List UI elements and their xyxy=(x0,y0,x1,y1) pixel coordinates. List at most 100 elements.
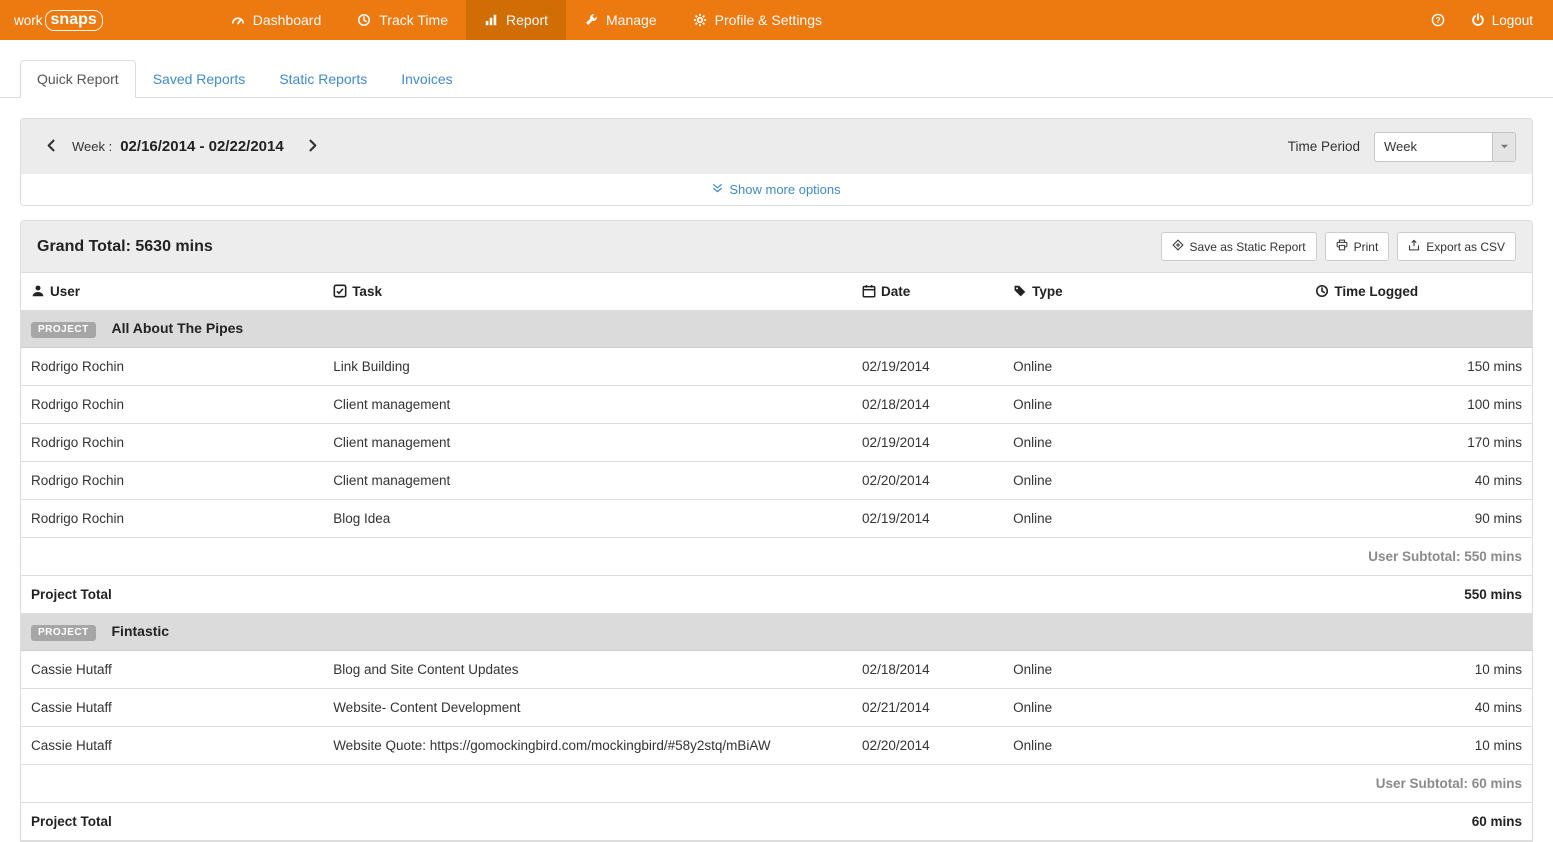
cell-task: Client management xyxy=(323,462,852,500)
project-header: PROJECT All About The Pipes xyxy=(21,311,1532,348)
project-total-value: 60 mins xyxy=(1305,803,1532,841)
week-date-range: 02/16/2014 - 02/22/2014 xyxy=(120,138,283,155)
grand-total: Grand Total: 5630 mins xyxy=(37,238,213,256)
table-row: Rodrigo Rochin Link Building 02/19/2014 … xyxy=(21,348,1532,386)
cell-time: 40 mins xyxy=(1305,689,1532,727)
cell-time: 10 mins xyxy=(1305,727,1532,765)
cell-task: Client management xyxy=(323,386,852,424)
save-static-icon xyxy=(1172,239,1184,254)
project-total-label: Project Total xyxy=(21,803,323,841)
nav-track-time[interactable]: Track Time xyxy=(339,0,466,40)
nav-report[interactable]: Report xyxy=(466,0,566,40)
user-subtotal-row: User Subtotal: 550 mins xyxy=(21,538,1532,576)
save-static-report-button[interactable]: Save as Static Report xyxy=(1161,232,1317,261)
cell-time: 170 mins xyxy=(1305,424,1532,462)
project-total-label: Project Total xyxy=(21,576,323,614)
tab-saved-reports[interactable]: Saved Reports xyxy=(136,60,263,98)
cell-time: 150 mins xyxy=(1305,348,1532,386)
cell-user: Cassie Hutaff xyxy=(21,727,323,765)
nav-track-time-label: Track Time xyxy=(379,12,448,28)
clock-icon xyxy=(357,12,371,28)
project-name: All About The Pipes xyxy=(112,320,244,336)
show-more-options-link[interactable]: Show more options xyxy=(712,182,840,197)
cell-date: 02/19/2014 xyxy=(852,424,1003,462)
cell-user: Cassie Hutaff xyxy=(21,689,323,727)
chevron-right-icon xyxy=(306,139,319,155)
cell-user: Rodrigo Rochin xyxy=(21,386,323,424)
bar-chart-icon xyxy=(484,12,498,28)
cell-date: 02/18/2014 xyxy=(852,386,1003,424)
project-total-row: Project Total 550 mins xyxy=(21,576,1532,614)
table-row: Cassie Hutaff Website Quote: https://gom… xyxy=(21,727,1532,765)
cell-time: 90 mins xyxy=(1305,500,1532,538)
nav-manage[interactable]: Manage xyxy=(566,0,675,40)
cell-date: 02/20/2014 xyxy=(852,462,1003,500)
main-nav: Dashboard Track Time Report Manage Profi… xyxy=(213,0,840,40)
nav-manage-label: Manage xyxy=(606,12,657,28)
cell-user: Rodrigo Rochin xyxy=(21,462,323,500)
cell-task: Blog and Site Content Updates xyxy=(323,651,852,689)
project-total-value: 550 mins xyxy=(1305,576,1532,614)
cell-task: Blog Idea xyxy=(323,500,852,538)
caret-down-icon xyxy=(1492,133,1515,161)
table-row: Rodrigo Rochin Client management 02/19/2… xyxy=(21,424,1532,462)
report-tabs: Quick Report Saved Reports Static Report… xyxy=(0,60,1553,98)
cell-type: Online xyxy=(1003,651,1305,689)
nav-profile-settings[interactable]: Profile & Settings xyxy=(675,0,840,40)
project-header: PROJECT Fintastic xyxy=(21,614,1532,651)
user-subtotal-row: User Subtotal: 60 mins xyxy=(21,765,1532,803)
time-period-value: Week xyxy=(1375,139,1417,154)
tab-quick-report[interactable]: Quick Report xyxy=(20,60,136,98)
report-panel: Grand Total: 5630 mins Save as Static Re… xyxy=(20,220,1533,842)
tab-invoices[interactable]: Invoices xyxy=(384,60,469,98)
brand-snaps: snaps xyxy=(45,10,103,31)
logout-button[interactable]: Logout xyxy=(1471,13,1533,28)
previous-week-button[interactable] xyxy=(37,135,66,159)
tab-static-reports[interactable]: Static Reports xyxy=(262,60,384,98)
week-selector-row: Week : 02/16/2014 - 02/22/2014 Time Peri… xyxy=(21,119,1532,174)
cell-time: 10 mins xyxy=(1305,651,1532,689)
time-period-group: Time Period Week xyxy=(1288,132,1516,162)
export-icon xyxy=(1408,239,1420,254)
cell-type: Online xyxy=(1003,424,1305,462)
report-header: Grand Total: 5630 mins Save as Static Re… xyxy=(21,221,1532,273)
user-subtotal: User Subtotal: 60 mins xyxy=(21,765,1532,803)
cell-task: Link Building xyxy=(323,348,852,386)
export-csv-label: Export as CSV xyxy=(1426,240,1505,254)
column-header-user: User xyxy=(21,273,323,311)
export-csv-button[interactable]: Export as CSV xyxy=(1397,232,1516,261)
svg-text:?: ? xyxy=(1435,15,1440,24)
time-period-select[interactable]: Week xyxy=(1374,132,1516,162)
cell-date: 02/18/2014 xyxy=(852,651,1003,689)
help-button[interactable]: ? xyxy=(1431,13,1445,28)
time-period-label: Time Period xyxy=(1288,139,1360,154)
navbar-right: ? Logout xyxy=(1431,0,1553,40)
table-header-row: User Task Date Type Time Logged xyxy=(21,273,1532,311)
nav-report-label: Report xyxy=(506,12,548,28)
top-navbar: worksnaps Dashboard Track Time Report Ma… xyxy=(0,0,1553,40)
tag-icon xyxy=(1013,284,1032,299)
nav-dashboard[interactable]: Dashboard xyxy=(213,0,340,40)
cell-user: Rodrigo Rochin xyxy=(21,348,323,386)
cell-type: Online xyxy=(1003,689,1305,727)
print-label: Print xyxy=(1354,240,1379,254)
table-row: Cassie Hutaff Blog and Site Content Upda… xyxy=(21,651,1532,689)
brand-logo[interactable]: worksnaps xyxy=(0,0,117,40)
calendar-icon xyxy=(862,284,881,299)
project-badge: PROJECT xyxy=(31,625,96,641)
logout-icon xyxy=(1471,13,1485,28)
next-week-button[interactable] xyxy=(298,135,327,159)
cell-type: Online xyxy=(1003,462,1305,500)
task-icon xyxy=(333,284,352,299)
cell-user: Rodrigo Rochin xyxy=(21,424,323,462)
column-header-date: Date xyxy=(852,273,1003,311)
cell-task: Client management xyxy=(323,424,852,462)
save-static-report-label: Save as Static Report xyxy=(1190,240,1306,254)
print-icon xyxy=(1336,239,1348,254)
print-button[interactable]: Print xyxy=(1325,232,1390,261)
user-icon xyxy=(31,284,50,299)
column-header-type: Type xyxy=(1003,273,1305,311)
column-header-time-logged: Time Logged xyxy=(1305,273,1532,311)
cell-user: Cassie Hutaff xyxy=(21,651,323,689)
project-name: Fintastic xyxy=(112,623,170,639)
